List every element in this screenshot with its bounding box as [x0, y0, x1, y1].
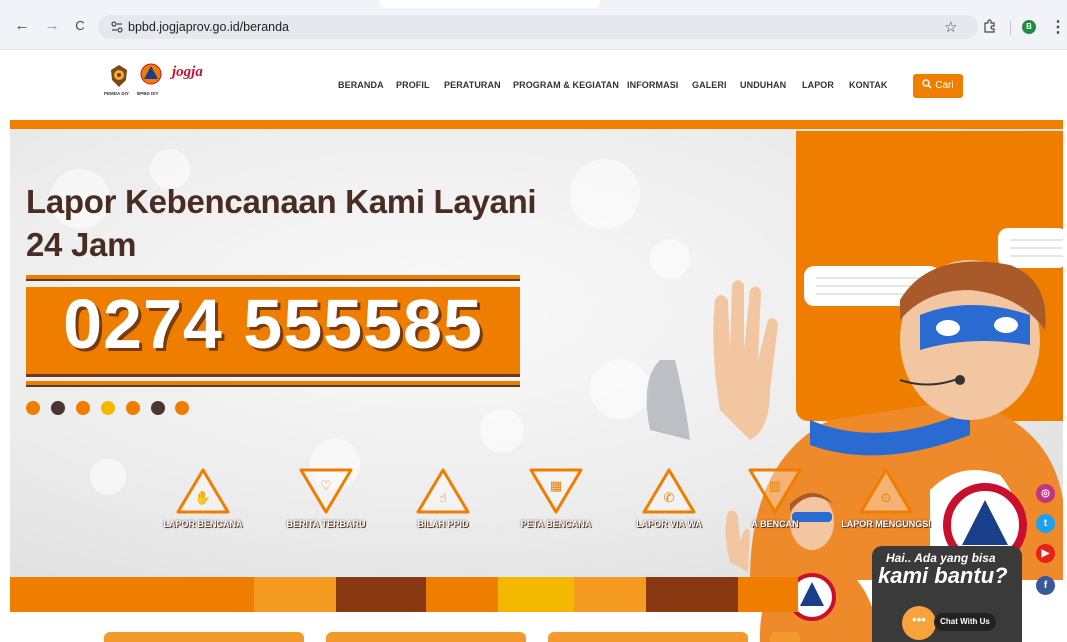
- url-text[interactable]: bpbd.jogjaprov.go.id/beranda: [128, 20, 289, 34]
- jogja-logo[interactable]: jogja: [172, 64, 203, 81]
- header-divider: [10, 120, 1063, 129]
- nav-unduhan[interactable]: UNDUHAN: [740, 80, 786, 90]
- nav-program-kegiatan[interactable]: PROGRAM & KEGIATAN: [513, 80, 619, 90]
- carousel-dot-6[interactable]: [151, 401, 165, 415]
- carousel-dot-5[interactable]: [126, 401, 140, 415]
- decor-stripe: [574, 577, 646, 612]
- decor-stripe: [646, 577, 738, 612]
- carousel-dot-1[interactable]: [26, 401, 40, 415]
- decor-stripe: [426, 577, 498, 612]
- facebook-icon[interactable]: f: [1036, 576, 1055, 595]
- search-label: Cari: [935, 80, 954, 91]
- service-whatsapp[interactable]: ✆: [614, 466, 724, 516]
- bpbd-logo-icon[interactable]: [140, 63, 162, 85]
- svg-text:▦: ▦: [550, 479, 562, 494]
- hero-headline-24jam: 24 Jam: [26, 226, 137, 263]
- forward-icon[interactable]: →: [42, 18, 62, 34]
- nav-kontak[interactable]: KONTAK: [849, 80, 887, 90]
- service-hand[interactable]: ✋: [148, 466, 258, 516]
- browser-menu-icon[interactable]: ⋮: [1050, 17, 1066, 37]
- service-label[interactable]: LAPOR VIA WA: [609, 519, 729, 529]
- location-icon: ⊙: [859, 468, 913, 514]
- svg-text:✆: ✆: [664, 491, 675, 506]
- chat-with-us-button[interactable]: Chat With Us: [934, 613, 996, 631]
- service-label[interactable]: LAPOR BENCANA: [143, 519, 263, 529]
- instagram-icon[interactable]: ◎: [1036, 484, 1055, 503]
- extensions-icon[interactable]: [982, 18, 998, 34]
- youtube-icon[interactable]: ▶: [1036, 544, 1055, 563]
- svg-text:♡: ♡: [320, 479, 332, 494]
- pointer-icon: ☝: [416, 468, 470, 514]
- reload-icon[interactable]: C: [70, 18, 90, 34]
- bookmark-star-icon[interactable]: ☆: [944, 18, 957, 36]
- hero-headline: Lapor Kebencanaan Kami Layani: [26, 183, 537, 220]
- decor-stripe: [738, 577, 798, 612]
- carousel-dot-2[interactable]: [51, 401, 65, 415]
- site-settings-icon[interactable]: [110, 20, 124, 34]
- service-label[interactable]: PETA BENCANA: [496, 519, 616, 529]
- handshake-icon: ♡: [299, 468, 353, 514]
- nav-beranda[interactable]: BERANDA: [338, 80, 384, 90]
- svg-text:☝: ☝: [439, 491, 447, 506]
- pemda-emblem-icon[interactable]: [108, 64, 130, 88]
- nav-galeri[interactable]: GALERI: [692, 80, 727, 90]
- search-button[interactable]: Cari: [913, 74, 963, 98]
- whatsapp-icon: ✆: [642, 468, 696, 514]
- hand-icon: ✋: [176, 468, 230, 514]
- content-card-tab[interactable]: [104, 632, 304, 642]
- chart-icon: ▥: [748, 468, 802, 514]
- map-icon: ▦: [529, 468, 583, 514]
- decor-stripe: [498, 577, 574, 612]
- hotline-number[interactable]: 0274 555585: [26, 284, 520, 364]
- carousel-dot-3[interactable]: [76, 401, 90, 415]
- nav-informasi[interactable]: INFORMASI: [627, 80, 678, 90]
- service-label[interactable]: BERITA TERBARU: [266, 519, 386, 529]
- search-icon: [922, 79, 932, 89]
- back-icon[interactable]: ←: [12, 18, 32, 34]
- nav-profil[interactable]: PROFIL: [396, 80, 430, 90]
- chat-bubble-icon[interactable]: •••: [902, 606, 936, 640]
- profile-avatar[interactable]: B: [1022, 20, 1036, 34]
- content-card-tab[interactable]: [326, 632, 526, 642]
- chat-headline: kami bantu?: [878, 563, 1008, 588]
- decor-stripe: [254, 577, 336, 612]
- pemda-label: PEMDA DIY: [104, 91, 129, 96]
- svg-text:✋: ✋: [195, 490, 211, 506]
- service-label[interactable]: LAPOR MENGUNGSI: [826, 519, 946, 529]
- twitter-icon[interactable]: t: [1036, 514, 1055, 533]
- service-chart[interactable]: ▥: [720, 466, 830, 516]
- service-map[interactable]: ▦: [501, 466, 611, 516]
- service-handshake[interactable]: ♡: [271, 466, 381, 516]
- content-card-tab[interactable]: [770, 632, 800, 642]
- bpbd-label: BPBD DIY: [137, 91, 159, 96]
- service-pointer[interactable]: ☝: [388, 466, 498, 516]
- nav-peraturan[interactable]: PERATURAN: [444, 80, 501, 90]
- service-label[interactable]: A BENCAN: [715, 519, 835, 529]
- svg-text:⊙: ⊙: [881, 491, 892, 506]
- decor-stripe: [336, 577, 426, 612]
- service-location[interactable]: ⊙: [831, 466, 941, 516]
- carousel-dot-7[interactable]: [175, 401, 189, 415]
- content-card-tab[interactable]: [548, 632, 748, 642]
- toolbar-separator: [1010, 21, 1011, 35]
- service-label[interactable]: BILAH PPID: [383, 519, 503, 529]
- active-tab[interactable]: [380, 0, 600, 8]
- decor-stripe: [10, 577, 254, 612]
- svg-text:▥: ▥: [769, 479, 781, 494]
- nav-lapor[interactable]: LAPOR: [802, 80, 834, 90]
- carousel-dot-4[interactable]: [101, 401, 115, 415]
